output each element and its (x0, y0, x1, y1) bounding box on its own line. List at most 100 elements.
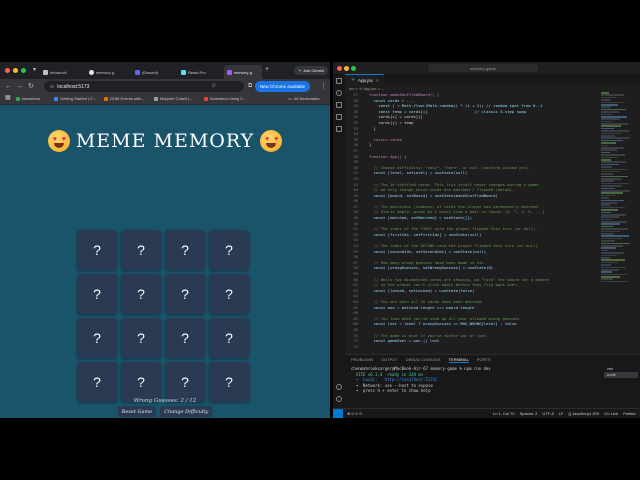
bookmark-item[interactable]: Animation Using C... (204, 96, 246, 101)
game-title: MEME MEMORY (75, 130, 255, 152)
minimap-line (601, 223, 620, 226)
memory-card[interactable]: ? (209, 230, 249, 270)
apps-icon[interactable]: ▦ (5, 95, 11, 102)
minimap-line (601, 242, 630, 245)
panel-tab-output[interactable]: OUTPUT (381, 357, 397, 363)
source-control-icon[interactable] (336, 102, 342, 108)
github-icon (89, 69, 94, 75)
back-icon[interactable]: ← (5, 82, 12, 91)
browser-tab-active[interactable]: memory-g (224, 65, 262, 79)
status-item[interactable]: LF (559, 411, 564, 416)
minimize-window-icon[interactable] (13, 68, 18, 73)
memory-card[interactable]: ? (77, 230, 117, 270)
ask-gemini-button[interactable]: ✦ Ask Gemini (294, 66, 328, 75)
status-item[interactable]: Go Live (604, 411, 618, 416)
panel-tab-ports[interactable]: PORTS (477, 357, 491, 363)
minimap-line (601, 120, 613, 123)
close-tab-icon[interactable]: × (376, 78, 379, 83)
browser-tab[interactable]: (Discord) (132, 65, 177, 79)
reload-icon[interactable]: ↻ (28, 82, 34, 91)
maximize-window-icon[interactable] (21, 68, 26, 73)
status-item[interactable]: Spaces: 2 (520, 411, 538, 416)
terminal-line: ➜ press h + enter to show help (351, 388, 431, 393)
bookmark-favicon-icon (154, 96, 158, 101)
remote-indicator-icon[interactable] (333, 409, 343, 418)
memory-card[interactable]: ? (121, 362, 161, 402)
forward-icon[interactable]: → (16, 82, 23, 91)
bookmark-label: Getting Started | C... (60, 96, 97, 101)
panel-tab-debug-console[interactable]: DEBUG CONSOLE (406, 357, 441, 363)
vite-icon (227, 69, 232, 75)
search-icon[interactable] (336, 90, 342, 96)
terminal-session-node[interactable]: node (604, 372, 638, 378)
minimap-line (601, 92, 609, 94)
close-window-icon[interactable] (337, 66, 342, 71)
minimap-line (601, 235, 629, 238)
bookmark-item[interactable]: Getting Started | C... (54, 96, 96, 101)
minimap-line (601, 233, 614, 235)
memory-card[interactable]: ? (121, 318, 161, 358)
minimap-line (601, 216, 619, 218)
minimap-line (601, 237, 622, 240)
tab-strip: ▾ Introducti memory-g (Discord) React Pr… (0, 62, 330, 79)
bookmarks-bar: ▦ tweakfuon Getting Started | C... DOM E… (0, 94, 330, 105)
site-info-icon[interactable]: ⊙ (50, 84, 54, 90)
status-item[interactable]: Prettier (623, 411, 636, 416)
browser-tab[interactable]: React Pro (178, 65, 223, 79)
new-tab-icon[interactable]: + (265, 66, 269, 74)
memory-card[interactable]: ? (165, 362, 205, 402)
command-center-label: memory-game (470, 65, 496, 71)
extensions-icon[interactable]: ⧉ (248, 82, 252, 91)
more-menu-icon[interactable]: ⋮ (320, 82, 327, 91)
all-bookmarks-button[interactable]: ▭ All Bookmarks (288, 96, 319, 101)
problems-status[interactable]: ⊗ 0 ⚠ 0 (347, 411, 362, 416)
panel-tab-problems[interactable]: PROBLEMS (351, 357, 373, 363)
minimap-line (601, 266, 626, 269)
memory-card[interactable]: ? (165, 318, 205, 358)
explorer-icon[interactable] (336, 78, 342, 84)
minimap-line (601, 168, 627, 171)
bookmark-item[interactable]: Marjorie Cobell |... (154, 96, 192, 101)
memory-card[interactable]: ? (165, 230, 205, 270)
memory-card[interactable]: ? (209, 274, 249, 314)
reset-game-button[interactable]: Reset Game (117, 406, 157, 417)
update-chrome-label: New Chrome available (259, 84, 305, 89)
change-difficulty-button[interactable]: Change Difficulty (160, 406, 213, 417)
heart-icon: ♥ (52, 136, 57, 143)
minimap-line (601, 280, 628, 283)
status-item[interactable]: UTF-8 (542, 411, 553, 416)
status-item[interactable]: {} JavaScript JSX (568, 411, 599, 416)
memory-card[interactable]: ? (77, 362, 117, 402)
bookmark-item[interactable]: DOM Events with... (104, 96, 144, 101)
close-window-icon[interactable] (5, 68, 10, 73)
update-chrome-button[interactable]: New Chrome available (254, 81, 310, 92)
bookmark-star-icon[interactable]: ☆ (211, 82, 216, 91)
settings-gear-icon[interactable] (336, 396, 342, 402)
browser-tab[interactable]: memory-g (86, 65, 131, 79)
minimize-window-icon[interactable] (344, 66, 349, 71)
account-icon[interactable] (336, 384, 342, 390)
extensions-icon[interactable] (336, 126, 342, 132)
memory-card[interactable]: ? (77, 318, 117, 358)
memory-card[interactable]: ? (209, 362, 249, 402)
minimap[interactable] (601, 92, 633, 354)
code-area[interactable]: 27 function makeShuffledBoard() {28 const… (345, 92, 600, 354)
memory-card[interactable]: ? (121, 230, 161, 270)
terminal-output[interactable]: chenmahrooksarger@MacBook-Air-67 memory-… (351, 366, 601, 394)
bookmark-item[interactable]: tweakfuon (16, 96, 40, 101)
status-item[interactable]: Ln 1, Col 70 (493, 411, 515, 416)
memory-card[interactable]: ? (77, 274, 117, 314)
panel-tab-terminal[interactable]: TERMINAL (448, 357, 469, 363)
run-debug-icon[interactable] (336, 114, 342, 120)
bookmark-label: Marjorie Cobell |... (160, 96, 193, 101)
memory-card[interactable]: ? (209, 318, 249, 358)
tab-search-icon[interactable]: ▾ (33, 66, 36, 74)
command-center-search[interactable]: memory-game (428, 64, 538, 72)
browser-tab[interactable]: Introducti (40, 65, 85, 79)
memory-card[interactable]: ? (121, 274, 161, 314)
minimap-line (601, 115, 627, 118)
tab-app-jsx[interactable]: ⚛ App.jsx × (345, 74, 385, 85)
memory-card[interactable]: ? (165, 274, 205, 314)
minimap-line (601, 156, 618, 159)
maximize-window-icon[interactable] (351, 66, 356, 71)
